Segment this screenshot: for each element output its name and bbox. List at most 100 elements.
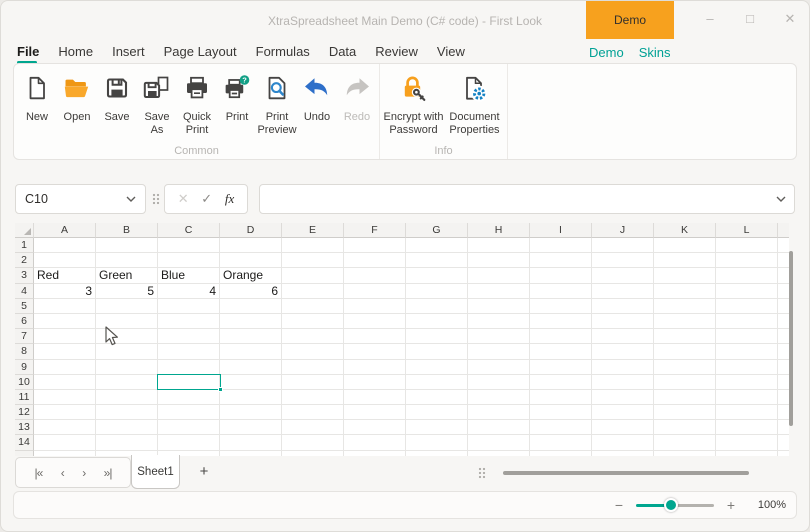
cell-D12[interactable]: [220, 405, 282, 421]
undo-button[interactable]: Undo: [297, 67, 337, 136]
cell-F1[interactable]: [344, 238, 406, 254]
cell-I14[interactable]: [530, 435, 592, 451]
cell-A6[interactable]: [34, 313, 96, 330]
cell-G5[interactable]: [406, 298, 468, 314]
cell-D3[interactable]: Orange: [220, 268, 282, 284]
cell-K12[interactable]: [654, 405, 716, 421]
cell-J2[interactable]: [592, 253, 654, 269]
cell-H7[interactable]: [468, 329, 530, 345]
cell-J6[interactable]: [592, 313, 654, 330]
row-header-8[interactable]: 8: [15, 344, 34, 360]
cell-C1[interactable]: [158, 238, 220, 254]
cell-E10[interactable]: [282, 374, 344, 390]
cell-K10[interactable]: [654, 374, 716, 390]
cell-J11[interactable]: [592, 389, 654, 406]
cell-K6[interactable]: [654, 313, 716, 330]
cell-C11[interactable]: [158, 389, 220, 406]
chevron-down-icon[interactable]: [126, 192, 136, 206]
cell-B9[interactable]: [96, 359, 158, 375]
cell-partial-11[interactable]: [778, 390, 789, 406]
zoom-slider-thumb[interactable]: [664, 498, 679, 512]
sheet-nav-next-icon[interactable]: ›: [82, 466, 86, 480]
row-header-7[interactable]: 7: [15, 329, 34, 345]
quick-print-button[interactable]: Quick Print: [177, 67, 217, 136]
cell-L3[interactable]: [716, 268, 778, 284]
cell-A14[interactable]: [34, 435, 96, 451]
cell-H1[interactable]: [468, 238, 530, 254]
cell-C14[interactable]: [158, 435, 220, 451]
cell-K1[interactable]: [654, 238, 716, 254]
cell-C7[interactable]: [158, 329, 220, 345]
cell-H9[interactable]: [468, 359, 530, 375]
cell-L9[interactable]: [716, 359, 778, 375]
cell-C12[interactable]: [158, 405, 220, 421]
cell-J10[interactable]: [592, 374, 654, 390]
tab-home[interactable]: Home: [58, 44, 93, 61]
cell-A7[interactable]: [34, 329, 96, 345]
cell-B1[interactable]: [96, 238, 158, 254]
cell-C8[interactable]: [158, 344, 220, 360]
row-header-2[interactable]: 2: [15, 253, 34, 269]
cell-F8[interactable]: [344, 344, 406, 360]
column-header-a[interactable]: A: [34, 223, 96, 238]
cell-J1[interactable]: [592, 238, 654, 254]
cell-J12[interactable]: [592, 405, 654, 421]
cell-K11[interactable]: [654, 389, 716, 406]
cell-L14[interactable]: [716, 435, 778, 451]
tab-file[interactable]: File: [17, 44, 39, 64]
cell-F9[interactable]: [344, 359, 406, 375]
cell-G8[interactable]: [406, 344, 468, 360]
horizontal-scrollbar[interactable]: [503, 471, 749, 475]
cell-I2[interactable]: [530, 253, 592, 269]
cell-partial-13[interactable]: [778, 420, 789, 436]
cell-H13[interactable]: [468, 420, 530, 436]
cell-L7[interactable]: [716, 329, 778, 345]
cell-E4[interactable]: [282, 283, 344, 299]
cell-F13[interactable]: [344, 420, 406, 436]
tab-review[interactable]: Review: [375, 44, 418, 61]
formula-bar-drag-handle-icon[interactable]: [152, 193, 160, 205]
row-header-14[interactable]: 14: [15, 435, 34, 451]
cell-L13[interactable]: [716, 420, 778, 436]
tab-formulas[interactable]: Formulas: [256, 44, 310, 61]
cell-K13[interactable]: [654, 420, 716, 436]
vertical-scrollbar[interactable]: [789, 251, 793, 426]
cell-D7[interactable]: [220, 329, 282, 345]
cell-K14[interactable]: [654, 435, 716, 451]
cell-partial-9[interactable]: [778, 360, 789, 375]
cell-D10[interactable]: [220, 374, 282, 390]
cell-H2[interactable]: [468, 253, 530, 269]
cell-H8[interactable]: [468, 344, 530, 360]
cell-A1[interactable]: [34, 238, 96, 254]
cell-A12[interactable]: [34, 405, 96, 421]
add-sheet-button[interactable]: +: [193, 460, 215, 484]
cell-D1[interactable]: [220, 238, 282, 254]
cell-G1[interactable]: [406, 238, 468, 254]
cell-E11[interactable]: [282, 389, 344, 406]
cell-I3[interactable]: [530, 268, 592, 284]
select-all-corner[interactable]: [15, 223, 34, 238]
cell-B3[interactable]: Green: [96, 268, 158, 284]
close-icon[interactable]: ✕: [783, 7, 797, 31]
row-header-9[interactable]: 9: [15, 359, 34, 375]
cell-A13[interactable]: [34, 420, 96, 436]
cell-I13[interactable]: [530, 420, 592, 436]
cell-partial-2[interactable]: [778, 253, 789, 269]
cell-K4[interactable]: [654, 283, 716, 299]
cell-J9[interactable]: [592, 359, 654, 375]
column-header-d[interactable]: D: [220, 223, 282, 238]
cell-L5[interactable]: [716, 298, 778, 314]
cell-K8[interactable]: [654, 344, 716, 360]
confirm-entry-icon[interactable]: ✓: [201, 191, 212, 207]
cell-partial-6[interactable]: [778, 314, 789, 330]
cell-G6[interactable]: [406, 313, 468, 330]
cell-J7[interactable]: [592, 329, 654, 345]
cell-J8[interactable]: [592, 344, 654, 360]
cell-partial-7[interactable]: [778, 329, 789, 345]
cell-I1[interactable]: [530, 238, 592, 254]
save-as-button[interactable]: Save As: [137, 67, 177, 136]
cell-G10[interactable]: [406, 374, 468, 390]
cell-partial-12[interactable]: [778, 405, 789, 421]
cell-L10[interactable]: [716, 374, 778, 390]
tab-insert[interactable]: Insert: [112, 44, 145, 61]
